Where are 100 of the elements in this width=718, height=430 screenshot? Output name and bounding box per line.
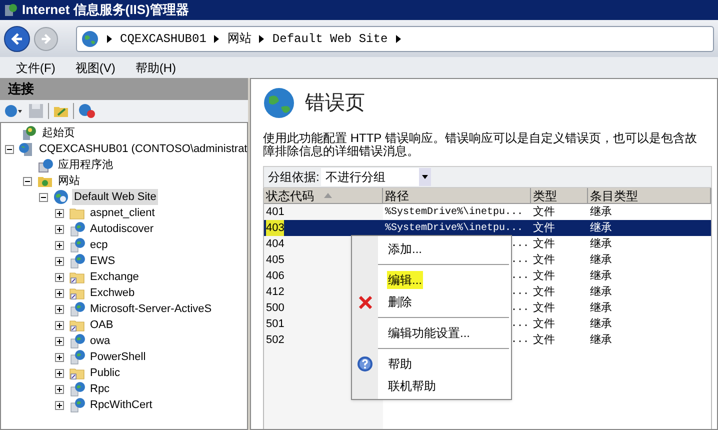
- globe-icon: [69, 237, 85, 253]
- menu-item[interactable]: 帮助(H): [135, 58, 176, 76]
- table-cell-text: 文件: [533, 284, 555, 300]
- help-icon: [357, 356, 373, 372]
- tree-item[interactable]: Exchweb: [88, 284, 137, 302]
- expand-icon[interactable]: [54, 304, 64, 314]
- table-cell-text: ...: [510, 238, 529, 252]
- tree-item[interactable]: 应用程序池: [56, 156, 115, 174]
- table-cell-text: 500: [266, 300, 284, 316]
- address-bar[interactable]: CQEXCASHUB01 网站 Default Web Site: [76, 26, 714, 52]
- menu-item[interactable]: 联机帮助: [387, 377, 437, 395]
- expand-icon[interactable]: [54, 368, 64, 378]
- column-header[interactable]: 路径: [383, 188, 531, 204]
- table-cell-text: 继承: [590, 316, 612, 332]
- globe-icon: [69, 301, 85, 317]
- dropdown-arrow-icon: [422, 175, 428, 179]
- expand-icon[interactable]: [54, 272, 64, 282]
- table-cell-text: 继承: [590, 284, 612, 300]
- disconnect-icon[interactable]: [78, 103, 96, 119]
- back-button[interactable]: [4, 26, 30, 52]
- expand-icon[interactable]: [54, 352, 64, 362]
- menu-item[interactable]: 删除: [387, 293, 413, 311]
- table-cell-text: 文件: [533, 332, 555, 348]
- group-by-dropdown[interactable]: 不进行分组: [321, 168, 432, 186]
- column-header[interactable]: 条目类型: [588, 188, 711, 204]
- table-cell-text: 继承: [590, 204, 612, 220]
- app-icon: [4, 3, 18, 17]
- table-cell-text: 文件: [533, 316, 555, 332]
- forward-arrow-icon: [40, 32, 52, 44]
- table-cell: 403: [266, 220, 284, 236]
- expand-icon[interactable]: [54, 288, 64, 298]
- breadcrumb-arrow-icon[interactable]: [259, 34, 264, 42]
- description-text: 使用此功能配置 HTTP 错误响应。错误响应可以是自定义错误页，也可以是包含故障排除信息的详细错误消息。: [263, 132, 698, 158]
- expand-icon[interactable]: [54, 256, 64, 266]
- breadcrumb-item[interactable]: Default Web Site: [272, 30, 388, 48]
- expand-icon[interactable]: [54, 240, 64, 250]
- menu-item[interactable]: 编辑...: [387, 271, 424, 289]
- column-header[interactable]: 状态代码: [264, 188, 383, 204]
- table-cell-text: 501: [266, 316, 284, 332]
- breadcrumb-item[interactable]: CQEXCASHUB01: [120, 30, 206, 48]
- back-arrow-icon: [10, 32, 24, 46]
- menu-item[interactable]: 添加...: [387, 240, 424, 258]
- table-cell-text: ...: [510, 286, 529, 300]
- table-cell-text: 502: [266, 332, 284, 348]
- globe-icon: [53, 189, 69, 205]
- tree-item[interactable]: 起始页: [40, 124, 77, 142]
- tree-item[interactable]: owa: [88, 332, 112, 350]
- tree-item[interactable]: CQEXCASHUB01 (CONTOSO\administrat: [37, 140, 247, 158]
- group-by-label: 分组依据:: [268, 169, 320, 186]
- tree-item[interactable]: EWS: [88, 252, 118, 270]
- table-cell-text: 文件: [533, 236, 555, 252]
- globe-icon[interactable]: [4, 103, 24, 119]
- breadcrumb-item[interactable]: 网站: [227, 30, 252, 48]
- globe-icon: [69, 349, 85, 365]
- globe-icon: [81, 30, 99, 48]
- tree-item[interactable]: 网站: [56, 172, 82, 190]
- expand-icon[interactable]: [54, 320, 64, 330]
- table-cell-text: 412: [266, 284, 284, 300]
- tree-item[interactable]: Exchange: [88, 268, 141, 286]
- table-cell-text: 继承: [590, 300, 612, 316]
- tree-item[interactable]: Microsoft-Server-ActiveS: [88, 300, 214, 318]
- breadcrumb-arrow-icon[interactable]: [214, 34, 220, 42]
- table-cell-text: 404: [266, 236, 284, 252]
- menu-item[interactable]: 视图(V): [75, 58, 116, 76]
- tree-item[interactable]: Autodiscover: [88, 220, 156, 238]
- sort-ascending-icon: [324, 193, 332, 198]
- table-cell-text: 继承: [590, 236, 612, 252]
- globe-icon: [69, 253, 85, 269]
- tree-item[interactable]: Public: [88, 364, 122, 382]
- breadcrumb-arrow-icon[interactable]: [107, 34, 112, 42]
- selected-row[interactable]: 403 %SystemDrive%\inetpu... 文件 继承: [264, 220, 711, 236]
- column-header[interactable]: 类型: [531, 188, 588, 204]
- tree-item[interactable]: OAB: [88, 316, 116, 334]
- tree-item[interactable]: Default Web Site: [72, 188, 158, 206]
- globe-icon: [69, 333, 85, 349]
- collapse-icon[interactable]: [22, 176, 32, 186]
- breadcrumb-arrow-icon[interactable]: [396, 34, 401, 42]
- tree-item[interactable]: Rpc: [88, 380, 112, 398]
- collapse-icon[interactable]: [38, 192, 48, 202]
- tree-item[interactable]: PowerShell: [88, 348, 148, 366]
- expand-icon[interactable]: [54, 384, 64, 394]
- panel-title: 连接: [8, 80, 34, 98]
- menu-item[interactable]: 文件(F): [16, 58, 56, 76]
- table-cell-text: 406: [266, 268, 284, 284]
- table-cell-text: ...: [510, 270, 529, 284]
- tree-item[interactable]: ecp: [88, 236, 110, 254]
- expand-icon[interactable]: [54, 208, 64, 218]
- globe-icon: [69, 381, 85, 397]
- collapse-icon[interactable]: [5, 144, 14, 154]
- table-cell-text: %SystemDrive%\inetpu...: [385, 222, 524, 236]
- menu-item[interactable]: 编辑功能设置...: [387, 324, 472, 342]
- tree-item[interactable]: RpcWithCert: [88, 396, 154, 414]
- menu-item[interactable]: 帮助: [387, 355, 413, 373]
- expand-icon[interactable]: [54, 336, 64, 346]
- table-cell-text: 继承: [590, 332, 612, 348]
- expand-icon[interactable]: [54, 224, 64, 234]
- delete-icon: [358, 296, 372, 308]
- expand-icon[interactable]: [54, 400, 64, 410]
- tree-item[interactable]: aspnet_client: [88, 204, 157, 222]
- table-cell-text: 401: [266, 204, 284, 220]
